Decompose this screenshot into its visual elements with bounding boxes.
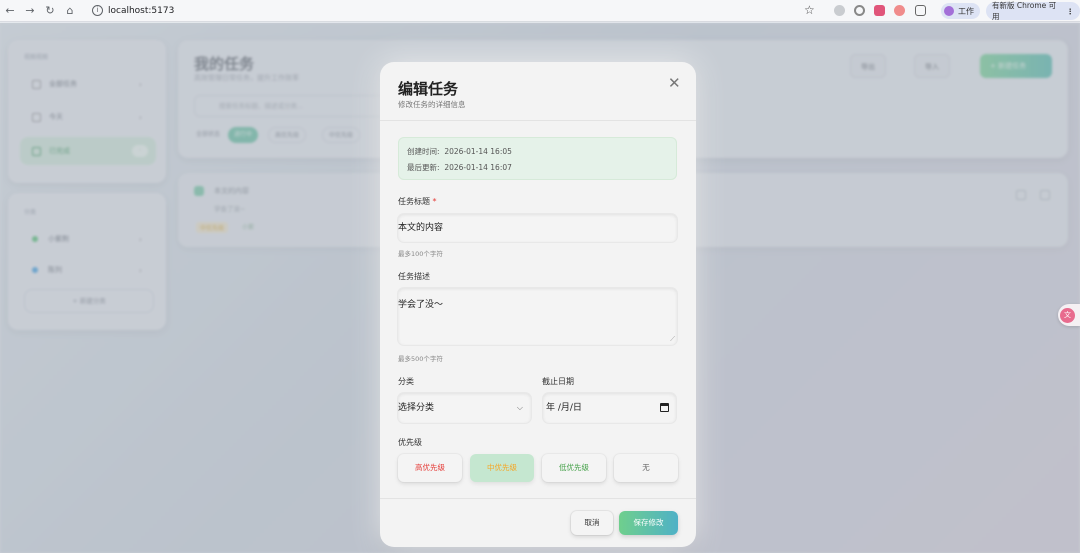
divider — [380, 120, 696, 121]
updated-time: 最后更新: 2026-01-14 16:07 — [407, 163, 512, 172]
chevron-down-icon: ⌵ — [516, 403, 523, 412]
reload-icon[interactable]: ↻ — [40, 4, 60, 17]
update-chrome-button[interactable]: 有新版 Chrome 可用 ⋮ — [986, 1, 1080, 21]
extension-icon[interactable] — [854, 5, 865, 16]
resize-handle-icon[interactable]: ⟋ — [670, 335, 675, 344]
url-text: localhost:5173 — [108, 5, 175, 16]
timestamp-box: 创建时间: 2026-01-14 16:05 最后更新: 2026-01-14 … — [398, 137, 677, 180]
dialog-subtitle: 修改任务的详细信息 — [398, 100, 466, 109]
translate-widget[interactable]: 文 — [1058, 304, 1080, 326]
avatar — [944, 6, 954, 16]
priority-high-button[interactable]: 高优先级 — [398, 454, 462, 482]
more-menu-icon[interactable]: ⋮ — [1067, 7, 1075, 16]
extension-icon[interactable] — [894, 5, 905, 16]
bookmark-star-icon[interactable]: ☆ — [804, 3, 815, 17]
extension-icon[interactable] — [874, 5, 885, 16]
divider — [380, 498, 696, 499]
title-label: 任务标题 * — [398, 197, 437, 206]
description-textarea[interactable]: 学会了没～ ⟋ — [398, 288, 677, 345]
priority-label: 优先级 — [398, 438, 422, 447]
cancel-button[interactable]: 取消 — [571, 511, 613, 535]
category-label: 分类 — [398, 377, 414, 386]
profile-button[interactable]: 工作 — [941, 3, 980, 19]
due-date-label: 截止日期 — [542, 377, 574, 386]
due-date-input[interactable]: 年 /月/日 — [543, 393, 676, 423]
title-input[interactable]: 本文的内容 — [398, 214, 677, 242]
dialog-title: 编辑任务 — [398, 80, 459, 98]
site-info-icon[interactable]: i — [92, 5, 103, 16]
save-button[interactable]: 保存修改 — [619, 511, 678, 535]
extension-icon[interactable] — [834, 5, 845, 16]
browser-toolbar: ← → ↻ ⌂ i localhost:5173 ☆ 工作 有新版 Chrome… — [0, 0, 1080, 22]
home-icon[interactable]: ⌂ — [60, 4, 80, 17]
category-select[interactable]: 选择分类 ⌵ — [398, 393, 531, 423]
edit-task-dialog: 编辑任务 修改任务的详细信息 ✕ 创建时间: 2026-01-14 16:05 … — [380, 62, 696, 547]
created-time: 创建时间: 2026-01-14 16:05 — [407, 147, 512, 156]
title-hint: 最多100个字符 — [398, 250, 443, 258]
required-mark: * — [432, 197, 437, 206]
description-label: 任务描述 — [398, 272, 430, 281]
forward-icon[interactable]: → — [20, 4, 40, 17]
close-icon[interactable]: ✕ — [668, 74, 681, 92]
extensions-puzzle-icon[interactable] — [915, 5, 926, 16]
description-hint: 最多500个字符 — [398, 355, 443, 363]
priority-low-button[interactable]: 低优先级 — [542, 454, 606, 482]
priority-medium-button[interactable]: 中优先级 — [470, 454, 534, 482]
priority-none-button[interactable]: 无 — [614, 454, 678, 482]
calendar-icon[interactable] — [660, 403, 669, 412]
back-icon[interactable]: ← — [0, 4, 20, 17]
address-bar[interactable]: i localhost:5173 — [86, 2, 806, 20]
translate-icon: 文 — [1060, 307, 1075, 323]
